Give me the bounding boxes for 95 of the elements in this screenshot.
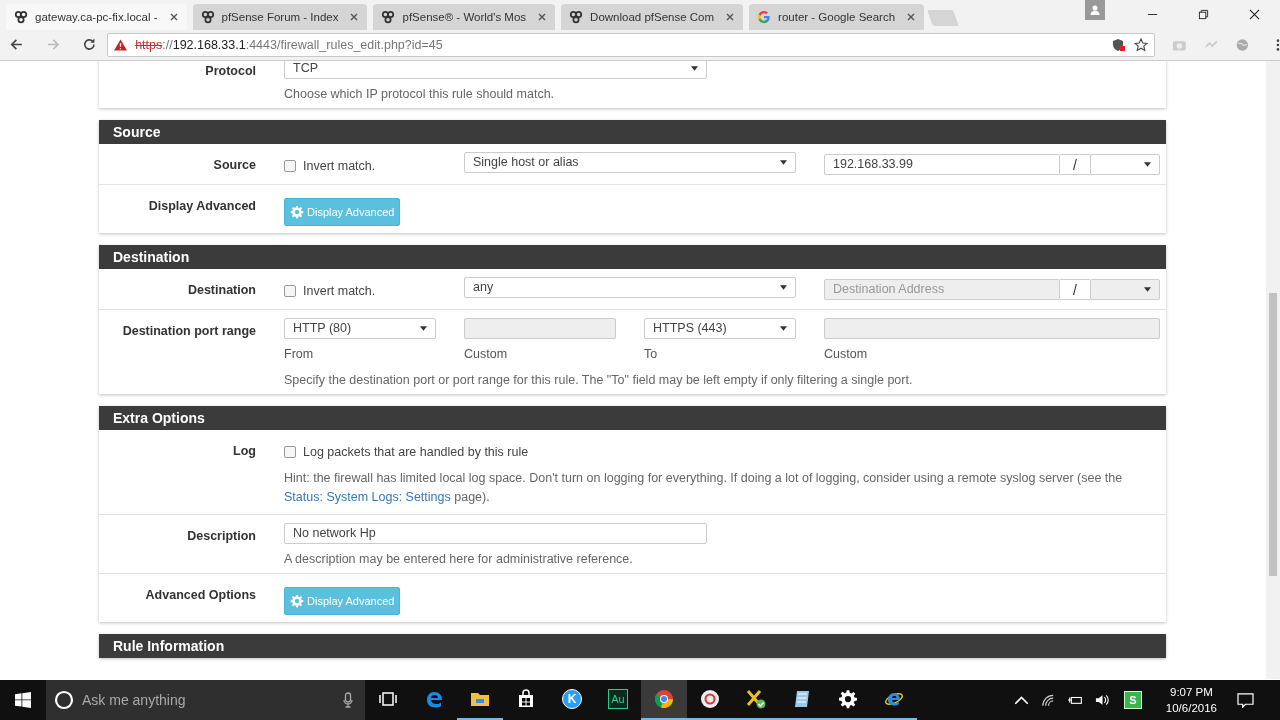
separator-text: /: [1072, 156, 1078, 174]
browser-tab[interactable]: Download pfSense Com: [561, 3, 744, 30]
caret-icon: [1144, 286, 1151, 292]
caret-icon: [780, 325, 787, 331]
help-text: Hint: the firewall has limited local log space. Don't turn on logging for everything. If doing a lot of logging, consider using a remote syslog server (see the Status: System Logs: Settings page).: [284, 469, 1124, 506]
section-header: Extra Options: [99, 405, 1166, 430]
pfsense-logo-icon: [569, 9, 584, 24]
tab-title: gateway.ca-pc-fix.local -: [35, 10, 159, 23]
checkbox[interactable]: [284, 160, 296, 173]
notification-icon[interactable]: [1237, 692, 1254, 708]
star-icon[interactable]: [1133, 37, 1148, 52]
help-text: Specify the destination port or port range for this rule. The "To" field may be left empty if only filtering a single port.: [284, 372, 913, 387]
scrollbar[interactable]: [1266, 60, 1280, 679]
field-label: Destination: [186, 281, 257, 299]
caret-icon: [780, 159, 787, 165]
field-label: Advanced Options: [144, 586, 257, 604]
google-logo-icon: [757, 9, 772, 24]
volume-icon[interactable]: [1094, 693, 1110, 707]
field-caption: Custom: [824, 346, 869, 361]
task-view-icon: [378, 689, 398, 709]
field-label: Description: [186, 527, 257, 545]
field-caption: Custom: [464, 346, 509, 361]
browser-tab[interactable]: pfSense Forum - Index: [192, 3, 368, 30]
type-select[interactable]: Single host or alias: [464, 151, 796, 173]
app-logo: Au: [608, 689, 628, 709]
menu-icon[interactable]: [1276, 37, 1280, 52]
caret-icon: [1144, 161, 1151, 167]
pfsense-logo-icon: [381, 9, 396, 24]
caret-icon: [691, 65, 698, 71]
field-caption: To: [644, 346, 659, 361]
tab-title: pfSense® - World's Mos: [402, 10, 528, 23]
e-logo-icon: [424, 689, 444, 709]
cortana-search-field[interactable]: Ask me anything: [46, 680, 365, 720]
close-icon[interactable]: [168, 11, 179, 22]
browser-tab[interactable]: gateway.ca-pc-fix.local -: [6, 3, 187, 30]
section-header: Source: [99, 119, 1166, 144]
browser-tab[interactable]: pfSense® - World's Mos: [373, 3, 556, 30]
status-logs-link[interactable]: Status: System Logs: Settings: [284, 489, 451, 504]
pfsense-logo-icon: [200, 9, 215, 24]
circle-icon: [54, 690, 74, 710]
taskbar-app[interactable]: Au: [595, 680, 641, 720]
gear-icon: [290, 593, 304, 608]
settings-icon: [838, 689, 858, 709]
checkbox[interactable]: [284, 285, 296, 298]
help-text: Choose which IP protocol this rule should match.: [284, 86, 555, 101]
separator-text: /: [1072, 281, 1078, 299]
section-header: Destination: [99, 244, 1166, 269]
field-label: Protocol: [204, 62, 257, 80]
field-label: Display Advanced: [147, 197, 257, 215]
port-select[interactable]: HTTPS (443): [644, 317, 796, 339]
tab-title: pfSense Forum - Index: [221, 10, 340, 23]
caret-icon: [420, 325, 427, 331]
description-field[interactable]: No network Hp: [284, 522, 707, 544]
url-text: https://192.168.33.1:4443/firewall_rules_edit.php?id=45: [135, 37, 443, 52]
chevron-up-icon[interactable]: [1013, 693, 1029, 707]
shopping-bag-icon: [516, 689, 536, 709]
field-label: Destination port range: [121, 322, 257, 340]
address-bar[interactable]: https://192.168.33.1:4443/firewall_rules_edit.php?id=45: [107, 32, 1155, 57]
address-field[interactable]: 192.168.33.99: [824, 153, 1060, 175]
wifi-icon[interactable]: [1040, 693, 1056, 707]
notepad-icon: [792, 689, 812, 709]
profile-icon[interactable]: [1085, 0, 1105, 20]
caret-icon: [780, 284, 787, 290]
browser-tab[interactable]: router - Google Search: [749, 3, 925, 30]
checkbox-label: Log packets that are handled by this rule: [303, 445, 529, 460]
app-logo: K: [562, 689, 582, 709]
checkbox-label: Invert match.: [303, 159, 376, 174]
custom-port-field[interactable]: [464, 317, 616, 339]
ring-logo-icon: [700, 689, 720, 709]
help-text: A description may be entered here for administrative reference.: [284, 551, 633, 566]
x-check-icon: [746, 689, 766, 709]
tab-title: router - Google Search: [778, 10, 897, 23]
warning-icon: [114, 38, 128, 51]
tab-title: Download pfSense Com: [590, 10, 716, 23]
reload-icon[interactable]: [82, 37, 98, 53]
shield-icon[interactable]: [1111, 37, 1126, 52]
chrome-logo-icon: [654, 689, 674, 709]
field-label: Source: [212, 156, 257, 174]
custom-port-field[interactable]: [824, 317, 1160, 339]
field-caption: From: [284, 346, 315, 361]
port-select[interactable]: HTTP (80): [284, 317, 436, 339]
microphone-icon[interactable]: [343, 692, 353, 708]
checkbox[interactable]: [284, 446, 296, 459]
field-label: Log: [232, 442, 257, 460]
gear-icon: [290, 204, 304, 219]
windows-start-icon[interactable]: [15, 692, 31, 708]
close-icon[interactable]: [1249, 9, 1260, 21]
taskbar-app[interactable]: [641, 680, 687, 720]
pfsense-logo-icon: [14, 9, 28, 24]
restore-icon[interactable]: [1198, 9, 1209, 21]
scrollbar-thumb[interactable]: [1269, 292, 1277, 576]
clock[interactable]: 9:07 PM 10/6/2016: [1165, 684, 1217, 716]
type-select[interactable]: any: [464, 276, 796, 298]
section-header: Rule Information: [99, 633, 1166, 658]
checkbox-label: Invert match.: [303, 284, 376, 299]
